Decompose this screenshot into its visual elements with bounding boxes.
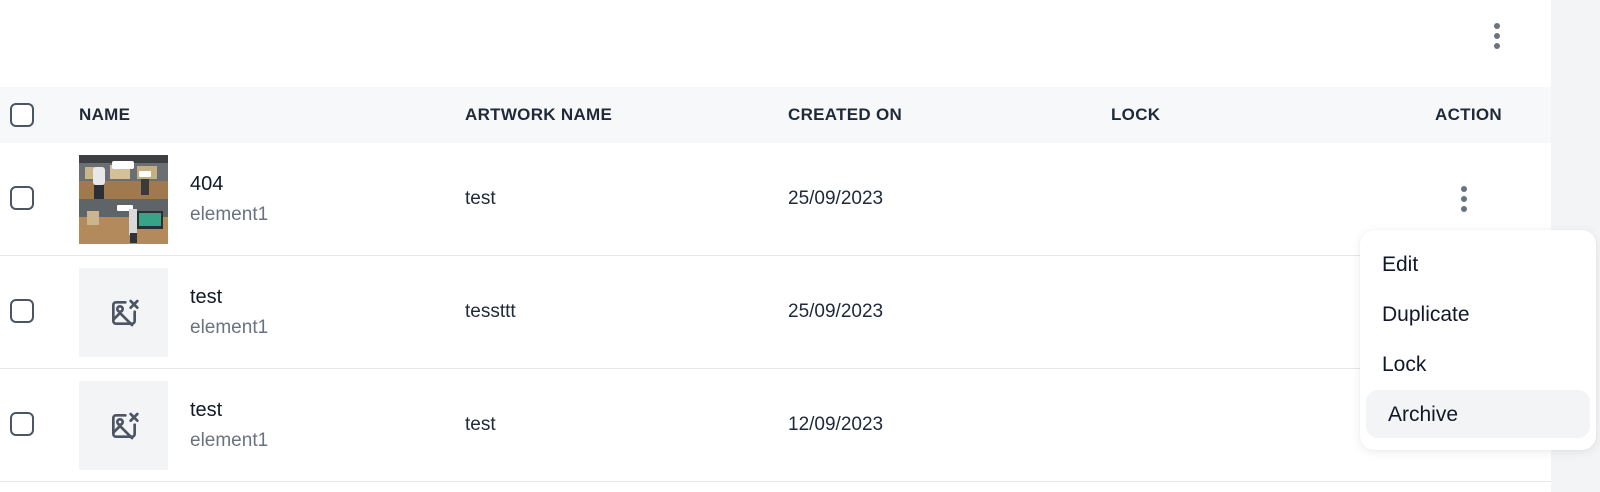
- row-action-more-icon[interactable]: [1454, 184, 1474, 214]
- menu-item-duplicate[interactable]: Duplicate: [1366, 290, 1590, 338]
- image-off-icon: [111, 412, 139, 439]
- artwork-name-cell: tessttt: [465, 301, 516, 322]
- created-on-cell: 25/09/2023: [788, 188, 884, 209]
- row-checkbox[interactable]: [10, 299, 34, 323]
- item-name[interactable]: 404: [190, 173, 223, 196]
- item-element: element1: [190, 317, 269, 338]
- artwork-name-cell: test: [465, 188, 496, 209]
- item-element: element1: [190, 430, 269, 451]
- content-panel: NAME ARTWORK NAME CREATED ON LOCK ACTION: [0, 0, 1551, 492]
- column-header-created-on[interactable]: CREATED ON: [788, 105, 902, 125]
- artwork-name-cell: test: [465, 414, 496, 435]
- select-all-checkbox[interactable]: [10, 103, 34, 127]
- top-bar: [0, 0, 1551, 87]
- menu-item-edit[interactable]: Edit: [1366, 240, 1590, 288]
- table-row[interactable]: test element1 test 12/09/2023: [0, 369, 1551, 482]
- item-name[interactable]: test: [190, 286, 222, 309]
- table-row[interactable]: 404 element1 test 25/09/2023: [0, 143, 1551, 256]
- artwork-thumbnail: [79, 268, 168, 357]
- more-options-icon[interactable]: [1487, 21, 1507, 51]
- table-row[interactable]: test element1 tessttt 25/09/2023: [0, 256, 1551, 369]
- image-off-icon: [111, 299, 139, 326]
- column-header-lock[interactable]: LOCK: [1111, 105, 1160, 125]
- item-name[interactable]: test: [190, 399, 222, 422]
- column-header-action: ACTION: [1435, 105, 1502, 124]
- item-element: element1: [190, 204, 269, 225]
- created-on-cell: 25/09/2023: [788, 301, 884, 322]
- created-on-cell: 12/09/2023: [788, 414, 884, 435]
- artwork-thumbnail: [79, 381, 168, 470]
- menu-item-lock[interactable]: Lock: [1366, 340, 1590, 388]
- table-header: NAME ARTWORK NAME CREATED ON LOCK ACTION: [0, 87, 1551, 143]
- column-header-artwork-name[interactable]: ARTWORK NAME: [465, 105, 612, 125]
- menu-item-archive[interactable]: Archive: [1366, 390, 1590, 438]
- action-dropdown-menu: Edit Duplicate Lock Archive: [1360, 230, 1596, 450]
- column-header-name[interactable]: NAME: [79, 105, 130, 125]
- row-checkbox[interactable]: [10, 186, 34, 210]
- row-checkbox[interactable]: [10, 412, 34, 436]
- artwork-thumbnail: [79, 155, 168, 244]
